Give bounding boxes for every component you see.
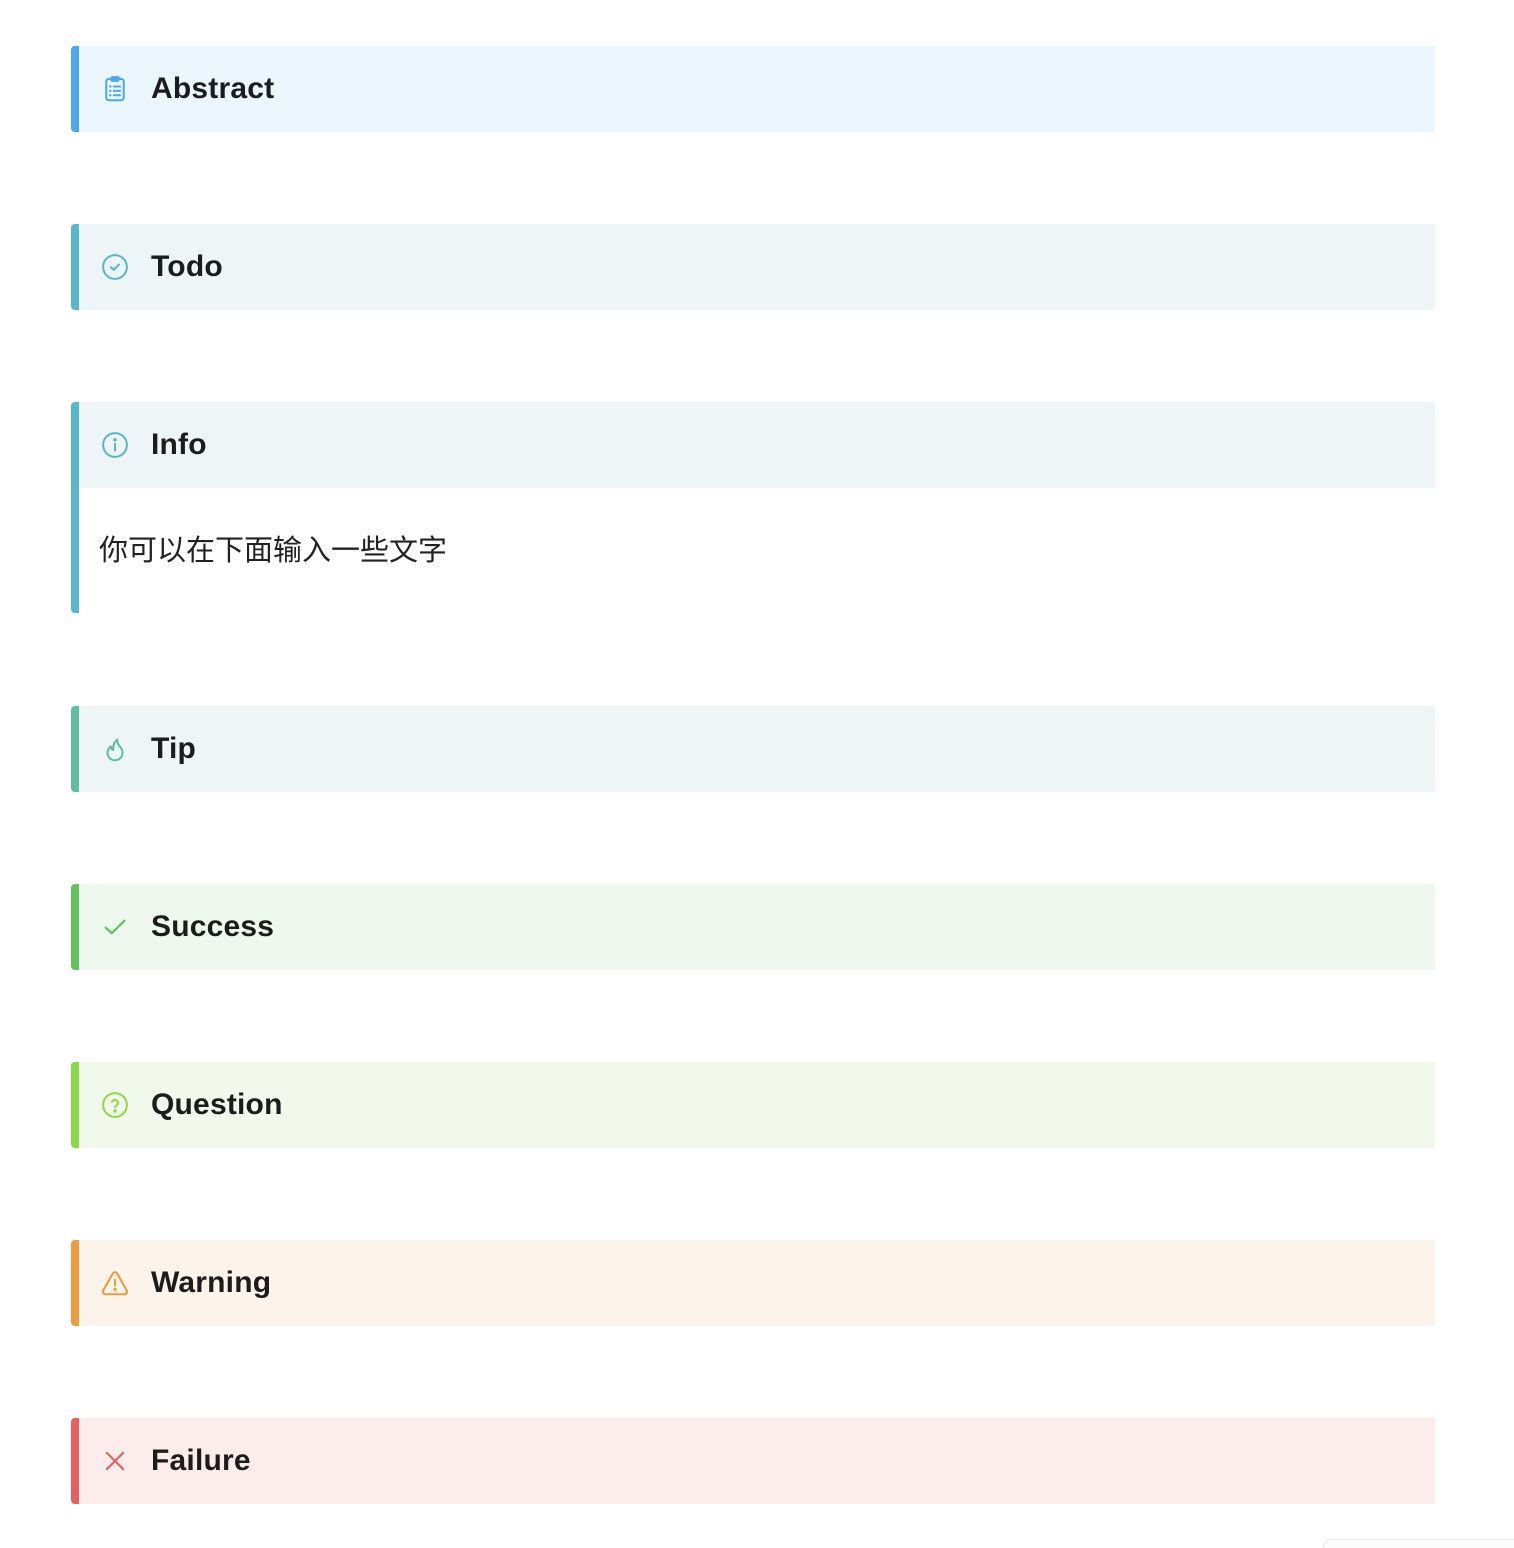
callout-abstract-header[interactable]: Abstract xyxy=(79,46,1435,132)
callout-warning: Warning xyxy=(71,1240,1435,1326)
callout-title: Warning xyxy=(151,1266,272,1299)
close-x-icon xyxy=(99,1445,131,1477)
callout-todo-header[interactable]: Todo xyxy=(79,224,1435,310)
callout-page: Abstract Todo Info 你可以在下面输入一些文字 Tip Succ… xyxy=(0,0,1514,1548)
check-circle-icon xyxy=(99,251,131,283)
callout-info: Info 你可以在下面输入一些文字 xyxy=(71,402,1435,613)
corner-widget-edge xyxy=(1323,1539,1514,1548)
callout-failure-header[interactable]: Failure xyxy=(79,1418,1435,1504)
callout-question: Question xyxy=(71,1062,1435,1148)
checkmark-icon xyxy=(99,911,131,943)
callout-info-header[interactable]: Info xyxy=(79,402,1435,488)
info-circle-icon xyxy=(99,429,131,461)
callout-title: Tip xyxy=(151,732,197,765)
callout-title: Info xyxy=(151,428,207,461)
callout-title: Question xyxy=(151,1088,283,1121)
callout-question-header[interactable]: Question xyxy=(79,1062,1435,1148)
flame-icon xyxy=(99,733,131,765)
callout-title: Abstract xyxy=(151,72,275,105)
callout-tip: Tip xyxy=(71,706,1435,792)
callout-title: Success xyxy=(151,910,275,943)
callout-body-editor[interactable]: 你可以在下面输入一些文字 xyxy=(99,527,447,575)
callout-warning-header[interactable]: Warning xyxy=(79,1240,1435,1326)
callout-title: Failure xyxy=(151,1444,251,1477)
callout-tip-header[interactable]: Tip xyxy=(79,706,1435,792)
clipboard-list-icon xyxy=(99,73,131,105)
callout-failure: Failure xyxy=(71,1418,1435,1504)
question-circle-icon xyxy=(99,1089,131,1121)
callout-success-header[interactable]: Success xyxy=(79,884,1435,970)
callout-abstract: Abstract xyxy=(71,46,1435,132)
callout-todo: Todo xyxy=(71,224,1435,310)
callout-info-body: 你可以在下面输入一些文字 xyxy=(79,488,1435,613)
callout-success: Success xyxy=(71,884,1435,970)
callout-title: Todo xyxy=(151,250,223,283)
warning-triangle-icon xyxy=(99,1267,131,1299)
